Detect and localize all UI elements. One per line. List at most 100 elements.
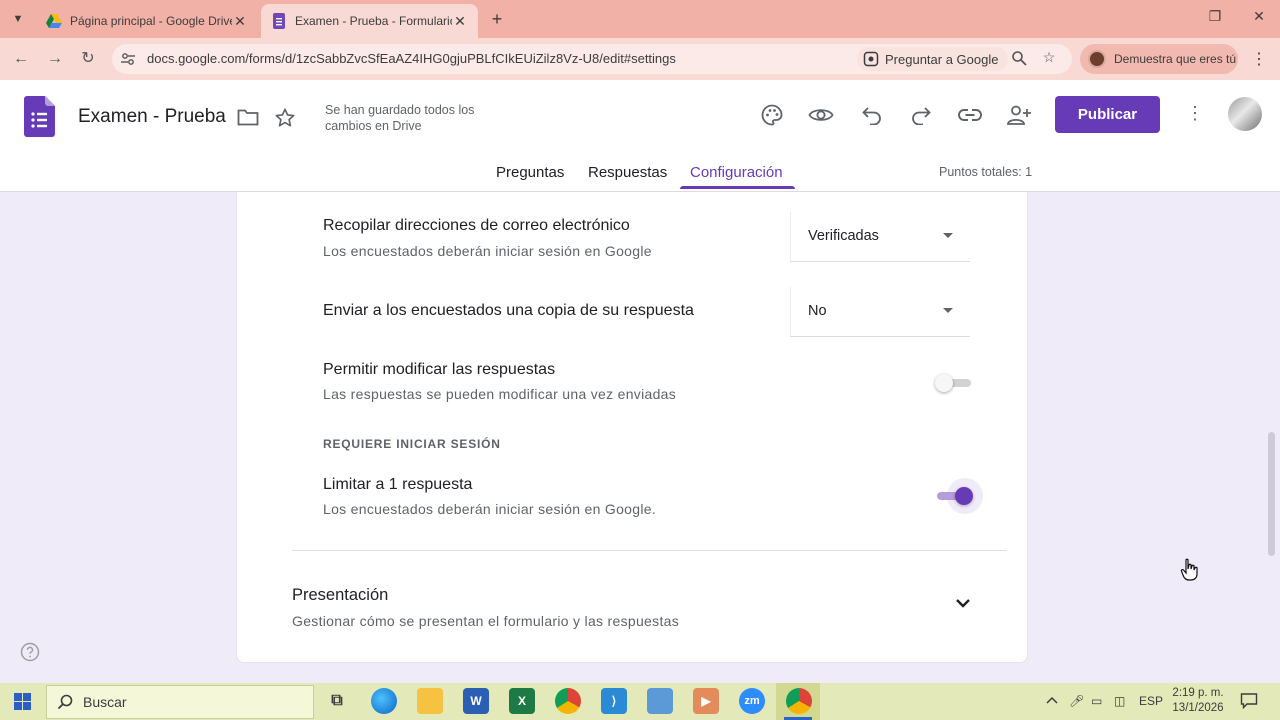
section-label-sign-in: REQUIERE INICIAR SESIÓN	[323, 437, 501, 451]
send-copy-select[interactable]: No	[790, 287, 970, 337]
collect-email-select[interactable]: Verificadas	[790, 212, 970, 262]
undo-icon[interactable]	[859, 102, 885, 128]
battery-icon[interactable]: ▭	[1091, 694, 1102, 708]
preview-eye-icon[interactable]	[808, 102, 834, 128]
media-player-icon[interactable]: ▶	[693, 688, 719, 714]
ask-google-button[interactable]: Preguntar a Google	[857, 47, 1009, 71]
edge-icon[interactable]	[371, 688, 397, 714]
active-tab-indicator	[680, 186, 795, 189]
browser-toolbar: ← → ↻ docs.google.com/forms/d/1zcSabbZvc…	[0, 38, 1280, 80]
toggle-knob	[955, 487, 973, 505]
new-tab-button[interactable]: +	[486, 8, 508, 30]
total-points: Puntos totales: 1	[939, 165, 1033, 179]
forms-header: Examen - Prueba Se han guardado todos lo…	[0, 80, 1280, 192]
more-options-icon[interactable]: ⋮	[1184, 103, 1206, 127]
google-forms-icon	[273, 13, 285, 29]
restore-window-icon[interactable]: ❐	[1204, 8, 1226, 25]
collect-email-title: Recopilar direcciones de correo electrón…	[323, 217, 630, 234]
tab-preguntas[interactable]: Preguntas	[496, 164, 564, 181]
limit-one-toggle[interactable]	[935, 478, 983, 514]
browser-tab-strip: ▼ Página principal - Google Drive ✕ Exam…	[0, 0, 1280, 38]
account-avatar[interactable]	[1228, 97, 1262, 131]
send-copy-value: No	[808, 303, 827, 319]
excel-icon[interactable]: X	[509, 688, 535, 714]
section-divider	[292, 550, 1007, 551]
site-info-icon[interactable]	[120, 51, 136, 67]
tab-google-forms[interactable]: Examen - Prueba - Formularios ✕	[261, 4, 478, 38]
allow-edit-toggle[interactable]	[935, 374, 971, 395]
url-text: docs.google.com/forms/d/1zcSabbZvcSfEaAZ…	[147, 51, 676, 66]
help-icon[interactable]	[20, 642, 40, 662]
search-icon	[57, 694, 73, 710]
taskbar-search-placeholder: Buscar	[83, 694, 127, 710]
chrome-active-icon[interactable]	[786, 688, 812, 714]
allow-edit-subtitle: Las respuestas se pueden modificar una v…	[323, 386, 677, 402]
clock-time: 2:19 p. m.	[1172, 687, 1224, 699]
add-collaborator-icon[interactable]	[1006, 102, 1032, 128]
tray-chevron-up-icon[interactable]	[1046, 696, 1058, 704]
tab-title: Examen - Prueba - Formularios	[295, 14, 452, 28]
redo-icon[interactable]	[908, 102, 934, 128]
zoom-app-icon[interactable]: zm	[739, 688, 765, 714]
collect-email-subtitle: Los encuestados deberán iniciar sesión e…	[323, 243, 652, 259]
bookmark-star-icon[interactable]: ☆	[1040, 49, 1058, 67]
remote-desktop-icon[interactable]	[647, 688, 673, 714]
link-icon[interactable]	[957, 102, 983, 128]
close-window-icon[interactable]: ✕	[1248, 8, 1270, 25]
windows-taskbar: Buscar ⧉ W X ⟩ ▶ zm 🎤︎ ▭ ◫ ESP 2:19 p. m…	[0, 683, 1280, 720]
tab-title: Página principal - Google Drive	[70, 14, 232, 28]
network-icon[interactable]: ◫	[1114, 694, 1125, 708]
clock-date: 13/1/2026	[1172, 702, 1224, 714]
tab-search-chevron-icon[interactable]: ▼	[6, 8, 30, 30]
presentation-subtitle: Gestionar cómo se presentan el formulari…	[292, 613, 680, 629]
lens-icon	[863, 51, 879, 67]
folder-icon[interactable]	[237, 108, 259, 126]
taskbar-clock[interactable]: 2:19 p. m. 13/1/2026	[1170, 686, 1226, 716]
chevron-down-icon[interactable]	[955, 598, 971, 608]
send-copy-title: Enviar a los encuestados una copia de su…	[323, 302, 694, 319]
language-indicator[interactable]: ESP	[1139, 694, 1163, 708]
limit-one-subtitle: Los encuestados deberán iniciar sesión e…	[323, 501, 657, 517]
profile-chip[interactable]: Demuestra que eres tú	[1080, 44, 1238, 74]
notifications-icon[interactable]	[1240, 692, 1258, 710]
presentation-title[interactable]: Presentación	[292, 586, 388, 605]
google-drive-icon	[46, 14, 62, 28]
chrome-icon[interactable]	[555, 688, 581, 714]
allow-edit-title: Permitir modificar las respuestas	[323, 361, 556, 378]
collect-email-value: Verificadas	[808, 228, 879, 244]
tab-google-drive[interactable]: Página principal - Google Drive ✕	[36, 4, 258, 38]
star-icon[interactable]	[274, 107, 296, 129]
file-explorer-icon[interactable]	[417, 688, 443, 714]
address-bar[interactable]: docs.google.com/forms/d/1zcSabbZvcSfEaAZ…	[112, 44, 1072, 74]
google-forms-logo-icon[interactable]	[24, 96, 55, 137]
dropdown-arrow-icon	[943, 308, 953, 313]
hand-cursor-icon	[1180, 558, 1198, 581]
ask-google-label: Preguntar a Google	[885, 51, 999, 67]
document-title[interactable]: Examen - Prueba	[78, 106, 226, 128]
reload-icon[interactable]: ↻	[77, 48, 99, 70]
profile-avatar-icon	[1088, 50, 1106, 68]
word-icon[interactable]: W	[463, 688, 489, 714]
vscode-icon[interactable]: ⟩	[601, 688, 627, 714]
close-tab-icon[interactable]: ✕	[232, 13, 248, 30]
profile-chip-label: Demuestra que eres tú	[1114, 52, 1237, 66]
page-scrollbar[interactable]	[1268, 432, 1275, 556]
task-view-icon[interactable]: ⧉	[324, 688, 350, 714]
save-status: Se han guardado todos los cambios en Dri…	[325, 103, 475, 133]
windows-start-icon[interactable]	[14, 693, 31, 710]
tab-configuracion[interactable]: Configuración	[690, 164, 783, 181]
taskbar-search-input[interactable]: Buscar	[46, 685, 314, 719]
back-icon[interactable]: ←	[10, 48, 32, 70]
browser-menu-icon[interactable]: ⋮	[1250, 49, 1268, 71]
microphone-icon[interactable]: 🎤︎	[1069, 694, 1084, 708]
settings-card: Recopilar direcciones de correo electrón…	[236, 192, 1028, 663]
palette-icon[interactable]	[759, 102, 785, 128]
toggle-knob	[935, 374, 953, 392]
forward-icon[interactable]: →	[44, 48, 66, 70]
limit-one-title: Limitar a 1 respuesta	[323, 476, 473, 493]
dropdown-arrow-icon	[943, 233, 953, 238]
zoom-icon[interactable]	[1010, 50, 1028, 68]
publish-button[interactable]: Publicar	[1055, 96, 1160, 133]
close-tab-icon[interactable]: ✕	[452, 13, 468, 30]
tab-respuestas[interactable]: Respuestas	[588, 164, 667, 181]
